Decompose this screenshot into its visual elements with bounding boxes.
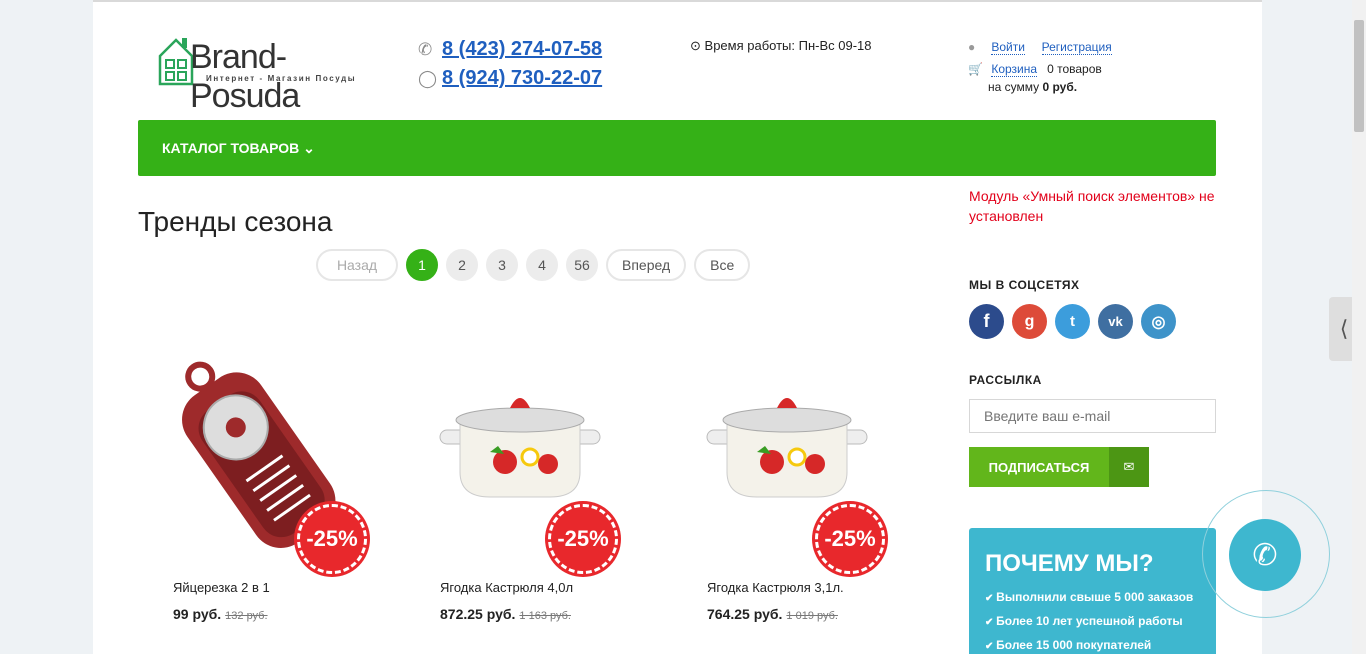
discount-badge: -25% (548, 504, 618, 574)
register-link[interactable]: Регистрация (1041, 40, 1112, 55)
cart-link[interactable]: Корзина (991, 62, 1038, 77)
catalog-menu-button[interactable]: КАТАЛОГ ТОВАРОВ ⌄ (162, 140, 315, 157)
phone-link-2[interactable]: 8 (924) 730-22-07 (442, 67, 602, 90)
pager-all[interactable]: Все (694, 249, 751, 281)
phones: ✆ 8 (423) 274-07-58 ◯ 8 (924) 730-22-07 (418, 38, 602, 96)
cart-sum-label: на сумму (988, 80, 1040, 94)
user-icon: ● (968, 40, 976, 54)
newsletter-title: РАССЫЛКА (969, 373, 1042, 387)
price-old: 1 163 руб. (519, 610, 571, 622)
vk-icon[interactable]: vk (1098, 304, 1133, 339)
pager-page-3[interactable]: 3 (486, 249, 518, 281)
login-link[interactable]: Войти (991, 40, 1025, 55)
newsletter-email-input[interactable] (969, 399, 1216, 433)
catalog-label: КАТАЛОГ ТОВАРОВ (162, 140, 300, 156)
call-icon[interactable]: ✆ (1229, 519, 1301, 591)
working-hours: ⊙ Время работы: Пн-Вс 09-18 (690, 38, 872, 54)
scrollbar-thumb[interactable] (1354, 20, 1364, 132)
price-current: 764.25 руб. (707, 606, 783, 622)
product-price: 764.25 руб. 1 019 руб. (707, 606, 838, 622)
discount-badge: -25% (815, 504, 885, 574)
scrollbar[interactable] (1352, 0, 1366, 654)
product-image[interactable]: -25% (153, 352, 367, 574)
subscribe-button[interactable]: ПОДПИСАТЬСЯ ✉ (969, 447, 1149, 487)
pagination: Назад 1 2 3 4 56 Вперед Все (316, 249, 751, 281)
phone-row-2: ◯ 8 (924) 730-22-07 (418, 67, 602, 90)
product-card[interactable]: -25% Ягодка Кастрюля 3,1л. 764.25 руб. 1 … (687, 352, 917, 622)
price-current: 872.25 руб. (440, 606, 516, 622)
pager-page-4[interactable]: 4 (526, 249, 558, 281)
social-title: МЫ В СОЦСЕТЯХ (969, 278, 1080, 292)
instagram-icon[interactable]: ◎ (1141, 304, 1176, 339)
discount-badge: -25% (297, 504, 367, 574)
product-card[interactable]: -25% Ягодка Кастрюля 4,0л 872.25 руб. 1 1… (420, 352, 650, 622)
user-block: ● Войти Регистрация 🛒 Корзина 0 товаров … (968, 36, 1112, 94)
facebook-icon[interactable]: f (969, 304, 1004, 339)
page: Brand-Posuda Интернет - Магазин Посуды ✆… (93, 0, 1262, 654)
pager-prev[interactable]: Назад (316, 249, 398, 281)
why-us-title: ПОЧЕМУ МЫ? (985, 550, 1154, 577)
whatsapp-icon: ◯ (418, 68, 438, 88)
pager-page-2[interactable]: 2 (446, 249, 478, 281)
callback-widget[interactable]: ✆ (1202, 490, 1330, 618)
pager-next[interactable]: Вперед (606, 249, 687, 281)
twitter-icon[interactable]: t (1055, 304, 1090, 339)
product-title[interactable]: Ягодка Кастрюля 3,1л. (707, 580, 844, 595)
clock-icon: ⊙ (690, 38, 701, 53)
product-title[interactable]: Ягодка Кастрюля 4,0л (440, 580, 573, 595)
google-plus-icon[interactable]: g (1012, 304, 1047, 339)
price-old: 132 руб. (225, 610, 268, 622)
phone-icon: ✆ (418, 39, 433, 59)
product-image[interactable]: -25% (687, 352, 887, 574)
main-menu: КАТАЛОГ ТОВАРОВ ⌄ (138, 120, 1216, 176)
why-us-item: Более 15 000 покупателей (985, 638, 1200, 652)
social-icons: f g t vk ◎ (969, 304, 1216, 339)
logo-subtitle: Интернет - Магазин Посуды (206, 74, 357, 83)
cart-icon: 🛒 (968, 62, 983, 76)
page-title: Тренды сезона (138, 206, 333, 237)
cart-count: 0 товаров (1047, 62, 1102, 76)
product-card[interactable]: -25% Яйцерезка 2 в 1 99 руб. 132 руб. (153, 352, 383, 622)
chevron-down-icon: ⌄ (303, 140, 315, 156)
product-image[interactable]: -25% (420, 352, 620, 574)
why-us-list: Выполнили свыше 5 000 заказов Более 10 л… (985, 590, 1200, 652)
logo[interactable]: Brand-Posuda Интернет - Магазин Посуды (156, 32, 376, 115)
working-hours-text: Время работы: Пн-Вс 09-18 (704, 38, 872, 53)
why-us-item: Выполнили свыше 5 000 заказов (985, 590, 1200, 604)
product-title[interactable]: Яйцерезка 2 в 1 (173, 580, 270, 595)
why-us-item: Более 10 лет успешной работы (985, 614, 1200, 628)
pager-page-56[interactable]: 56 (566, 249, 598, 281)
why-us-block: ПОЧЕМУ МЫ? Выполнили свыше 5 000 заказов… (969, 528, 1216, 654)
product-price: 872.25 руб. 1 163 руб. (440, 606, 571, 622)
price-current: 99 руб. (173, 606, 222, 622)
cart-sum: 0 руб. (1042, 80, 1078, 94)
phone-row-1: ✆ 8 (423) 274-07-58 (418, 38, 602, 61)
phone-link-1[interactable]: 8 (423) 274-07-58 (442, 38, 602, 61)
pager-page-1[interactable]: 1 (406, 249, 438, 281)
smart-search-warning: Модуль «Умный поиск элементов» не устано… (969, 188, 1215, 224)
subscribe-label: ПОДПИСАТЬСЯ (969, 447, 1109, 487)
product-price: 99 руб. 132 руб. (173, 606, 268, 622)
sidebar: Модуль «Умный поиск элементов» не устано… (969, 186, 1216, 487)
price-old: 1 019 руб. (786, 610, 838, 622)
envelope-icon: ✉ (1109, 447, 1149, 487)
